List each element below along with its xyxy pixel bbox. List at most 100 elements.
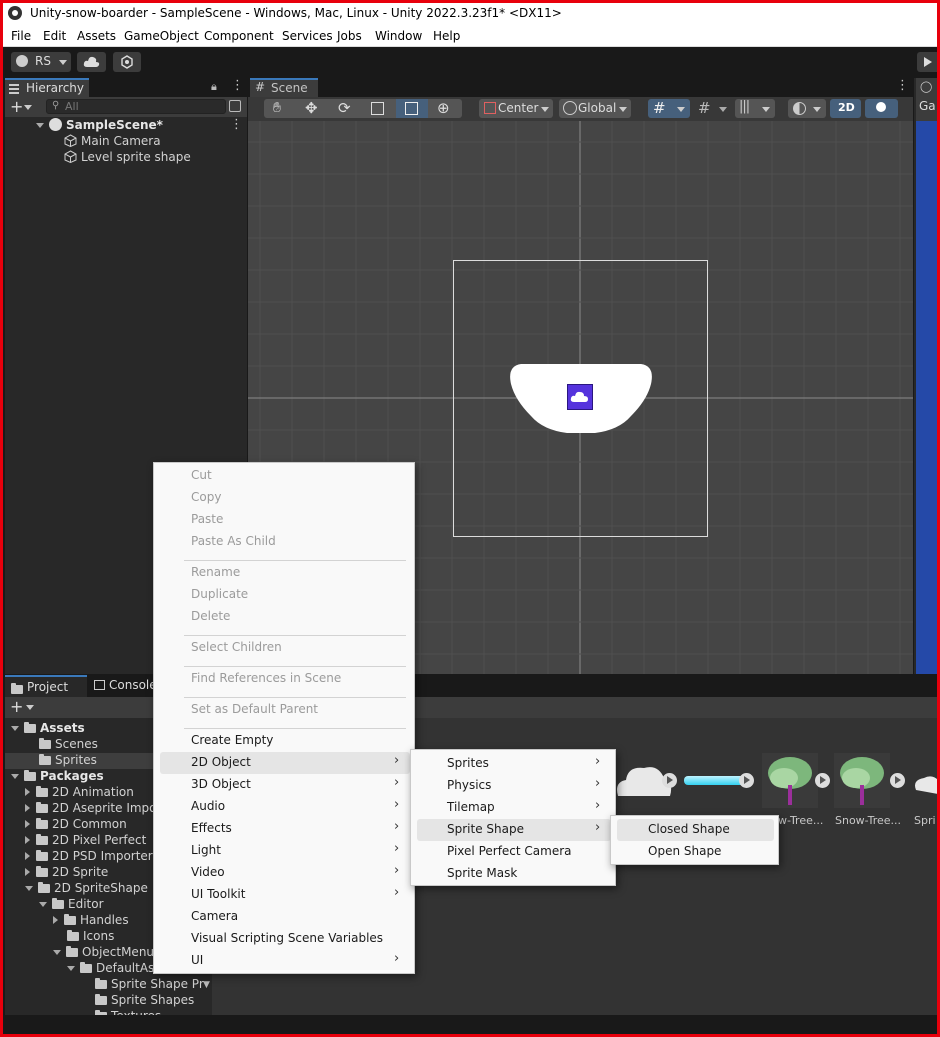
menu-item-pixel-perfect-camera[interactable]: Pixel Perfect Camera: [447, 844, 572, 858]
rect-tool-button[interactable]: [396, 99, 428, 118]
collapse-arrow-icon[interactable]: [25, 788, 30, 796]
scale-tool-icon[interactable]: [371, 102, 384, 115]
menu-help[interactable]: Help: [433, 29, 460, 43]
collapse-arrow-icon[interactable]: [53, 916, 58, 924]
rotate-tool-icon[interactable]: ⟳: [338, 99, 351, 117]
menu-window[interactable]: Window: [375, 29, 422, 43]
menu-item-physics[interactable]: Physics: [447, 778, 491, 792]
lighting-toggle-button[interactable]: [865, 99, 898, 118]
chevron-down-icon[interactable]: [26, 705, 34, 710]
tree-asset-thumb[interactable]: [762, 753, 818, 808]
collapse-arrow-icon[interactable]: [25, 836, 30, 844]
lock-icon[interactable]: 🔒︎: [211, 80, 217, 94]
menu-item-2d-object[interactable]: 2D Object: [191, 755, 251, 769]
tab-hierarchy[interactable]: Hierarchy: [5, 78, 89, 97]
tab-scene[interactable]: # Scene: [250, 78, 318, 97]
expand-arrow-icon[interactable]: [36, 123, 44, 128]
menu-services[interactable]: Services: [282, 29, 333, 43]
scroll-down-icon[interactable]: ▼: [203, 980, 210, 990]
toggle-2d-button[interactable]: 2D: [830, 99, 861, 118]
collapse-arrow-icon[interactable]: [25, 868, 30, 876]
chevron-down-icon[interactable]: [24, 105, 32, 110]
sprite-asset-thumb[interactable]: [910, 760, 938, 800]
kebab-menu-icon[interactable]: ⋮: [231, 78, 244, 93]
game-viewport[interactable]: [916, 121, 940, 674]
play-preview-icon[interactable]: [662, 773, 677, 788]
gamepad-icon: ◯: [920, 80, 933, 93]
expand-arrow-icon[interactable]: [11, 774, 19, 779]
menu-gameobject[interactable]: GameObject: [124, 29, 199, 43]
pivot-dropdown[interactable]: Center: [479, 99, 553, 118]
asset-label: Spri: [914, 814, 936, 827]
menu-item-camera[interactable]: Camera: [191, 909, 238, 923]
project-tree-item[interactable]: Sprite Shapes: [5, 993, 211, 1009]
ruler-button[interactable]: |||: [735, 99, 775, 118]
menu-item-open-shape[interactable]: Open Shape: [648, 844, 721, 858]
expand-arrow-icon[interactable]: [11, 726, 19, 731]
play-button[interactable]: [917, 52, 940, 72]
project-tree-item[interactable]: Sprite Shape Pr: [5, 977, 211, 993]
expand-arrow-icon[interactable]: [53, 950, 61, 955]
gameobject-cube-icon: [64, 134, 77, 148]
collapse-arrow-icon[interactable]: [25, 852, 30, 860]
hierarchy-item[interactable]: Main Camera: [64, 134, 161, 148]
menu-item-sprite-mask[interactable]: Sprite Mask: [447, 866, 517, 880]
play-preview-icon[interactable]: [815, 773, 830, 788]
tree-asset-thumb[interactable]: [834, 753, 890, 808]
menu-component[interactable]: Component: [204, 29, 274, 43]
menu-item-light[interactable]: Light: [191, 843, 221, 857]
expand-arrow-icon[interactable]: [67, 966, 75, 971]
context-menu: Cut Copy Paste Paste As Child Rename Duplicat…: [153, 462, 415, 974]
menu-item-find-references-in-scene: Find References in Scene: [191, 671, 342, 685]
increment-snap-button[interactable]: #: [694, 99, 732, 118]
expand-arrow-icon[interactable]: [25, 886, 33, 891]
space-dropdown[interactable]: Global: [559, 99, 631, 118]
collapse-arrow-icon[interactable]: [25, 804, 30, 812]
draw-mode-button[interactable]: [788, 99, 826, 118]
expand-arrow-icon[interactable]: [39, 902, 47, 907]
menu-separator: [184, 728, 406, 729]
menu-item-closed-shape[interactable]: Closed Shape: [648, 822, 730, 836]
menu-assets[interactable]: Assets: [77, 29, 116, 43]
play-preview-icon[interactable]: [739, 773, 754, 788]
menu-item-ui-toolkit[interactable]: UI Toolkit: [191, 887, 245, 901]
account-dropdown[interactable]: RS: [11, 52, 71, 72]
scene-kebab-icon[interactable]: ⋮: [230, 117, 243, 132]
menu-item-create-empty[interactable]: Create Empty: [191, 733, 273, 747]
hierarchy-item[interactable]: Level sprite shape: [64, 150, 191, 164]
project-tree-label: Assets: [40, 721, 85, 735]
collab-button[interactable]: [113, 52, 141, 72]
menu-item-sprites[interactable]: Sprites: [447, 756, 489, 770]
menu-jobs[interactable]: Jobs: [337, 29, 362, 43]
menu-item-tilemap[interactable]: Tilemap: [447, 800, 495, 814]
ice-asset-thumb[interactable]: [684, 776, 746, 785]
menu-item-ui[interactable]: UI: [191, 953, 203, 967]
hand-tool-icon[interactable]: ✋︎: [273, 100, 281, 116]
menu-item-3d-object[interactable]: 3D Object: [191, 777, 251, 791]
submenu-sprite-shape: Closed Shape Open Shape: [610, 815, 779, 865]
camera-gizmo-icon[interactable]: [567, 384, 593, 410]
menu-item-visual-scripting-scene-variables[interactable]: Visual Scripting Scene Variables: [191, 931, 383, 945]
play-preview-icon[interactable]: [890, 773, 905, 788]
tab-project[interactable]: Project: [5, 675, 87, 697]
cloud-button[interactable]: [77, 52, 106, 72]
kebab-menu-icon[interactable]: ⋮: [896, 78, 909, 93]
menu-item-video[interactable]: Video: [191, 865, 225, 879]
menu-item-effects[interactable]: Effects: [191, 821, 232, 835]
add-icon[interactable]: +: [10, 97, 23, 116]
tab-game[interactable]: ◯ Ga: [916, 78, 940, 121]
menu-separator: [184, 666, 406, 667]
menu-item-audio[interactable]: Audio: [191, 799, 225, 813]
menu-file[interactable]: File: [11, 29, 31, 43]
add-icon[interactable]: +: [10, 697, 23, 716]
grid-snap-button[interactable]: #: [648, 99, 690, 118]
collapse-arrow-icon[interactable]: [25, 820, 30, 828]
move-tool-icon[interactable]: ✥: [305, 99, 318, 117]
transform-tool-icon[interactable]: ⊕: [437, 99, 450, 117]
menu-edit[interactable]: Edit: [43, 29, 66, 43]
hierarchy-search-input[interactable]: ⚲ All: [46, 99, 226, 114]
scene-visibility-icon[interactable]: [229, 100, 241, 112]
submenu-arrow-icon: ›: [394, 841, 400, 856]
scene-root-row[interactable]: SampleScene*: [36, 118, 163, 132]
menu-item-sprite-shape[interactable]: Sprite Shape: [447, 822, 524, 836]
